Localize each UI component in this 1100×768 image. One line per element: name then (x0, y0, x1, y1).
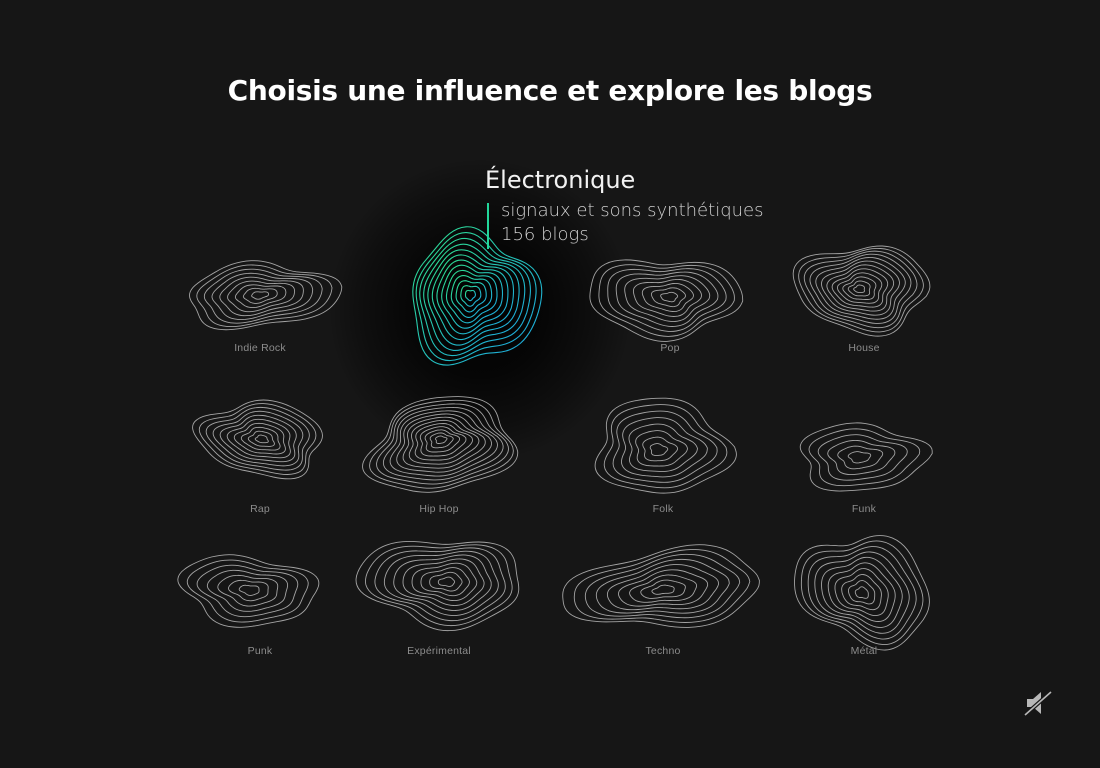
contour-line (192, 399, 323, 480)
contour-line (649, 443, 669, 456)
genre-house[interactable]: House (754, 240, 974, 390)
contour-line (242, 287, 278, 304)
contour-line (460, 285, 482, 307)
contour-funk (799, 422, 933, 492)
contour-line (642, 436, 678, 462)
contour-line (254, 434, 269, 444)
contour-line (641, 283, 694, 312)
contour-hip-hop (362, 396, 519, 493)
contour-folk (594, 397, 737, 494)
contour-line (365, 544, 513, 627)
contour-line (847, 451, 872, 464)
genre-hip-hop[interactable]: Hip Hop (329, 395, 549, 545)
contour-line (800, 540, 924, 646)
genre-pop[interactable]: Pop (560, 240, 780, 390)
genre-label: Funk (851, 503, 877, 515)
contour-line (826, 264, 895, 312)
tooltip-description: signaux et sons synthétiques (501, 200, 764, 221)
contour-line (383, 550, 499, 616)
contour-line (831, 268, 889, 308)
contour-line (437, 576, 456, 587)
contour-metal (794, 535, 930, 651)
genre-funk[interactable]: Funk (754, 395, 974, 545)
contour-line (834, 568, 889, 617)
genre-label: Indie Rock (234, 342, 286, 354)
genre-label: Techno (645, 645, 681, 657)
genre-label: Expérimental (407, 645, 471, 657)
genre-label: Hip Hop (419, 503, 459, 515)
contour-line (429, 571, 463, 592)
contour-line (411, 562, 478, 602)
contour-line (837, 445, 884, 470)
tooltip-blog-count: 156 blogs (501, 224, 589, 245)
contour-techno (562, 544, 760, 628)
contour-line (228, 579, 269, 602)
page-title: Choisis une influence et explore les blo… (227, 74, 873, 107)
contour-experimental (355, 540, 520, 632)
contour-line (240, 426, 281, 451)
contour-line (827, 440, 896, 476)
contour-line (595, 558, 730, 614)
contour-line (651, 584, 675, 595)
contour-line (808, 428, 921, 487)
contour-line (848, 580, 876, 605)
genre-experimental[interactable]: Expérimental (329, 535, 549, 685)
genre-tooltip: Électronique signaux et sons synthétique… (485, 166, 763, 249)
contour-line (196, 564, 299, 618)
contour-line (799, 422, 933, 492)
sound-toggle-button[interactable] (1022, 688, 1054, 718)
genre-folk[interactable]: Folk (553, 395, 773, 545)
contour-line (219, 414, 297, 463)
contour-line (847, 280, 871, 297)
tooltip-genre-name: Électronique (485, 166, 636, 194)
contour-line (238, 584, 260, 596)
contour-line (186, 559, 309, 623)
genre-label: House (848, 342, 880, 354)
contour-line (854, 586, 869, 599)
genre-label: Métal (850, 645, 878, 657)
contour-line (464, 289, 476, 302)
contour-line (435, 435, 448, 444)
contour-line (355, 540, 520, 632)
genre-indie-rock[interactable]: Indie Rock (150, 240, 370, 390)
genre-electronique[interactable] (365, 225, 585, 375)
contour-line (219, 276, 304, 317)
contour-line (660, 291, 679, 303)
genre-label: Folk (652, 503, 674, 515)
contour-line (247, 430, 275, 447)
contour-line (629, 574, 697, 603)
genre-techno[interactable]: Techno (553, 535, 773, 685)
contour-line (429, 432, 454, 449)
contour-line (251, 291, 270, 300)
contour-line (650, 287, 686, 308)
sound-muted-icon (1023, 690, 1053, 717)
contour-line (853, 284, 865, 293)
contour-line (624, 275, 711, 322)
contour-line (841, 574, 882, 611)
genre-label: Pop (660, 342, 680, 354)
tooltip-accent-bar (487, 203, 489, 249)
genre-metal[interactable]: Métal (754, 535, 974, 685)
contour-line (821, 556, 903, 628)
contour-line (584, 553, 741, 619)
